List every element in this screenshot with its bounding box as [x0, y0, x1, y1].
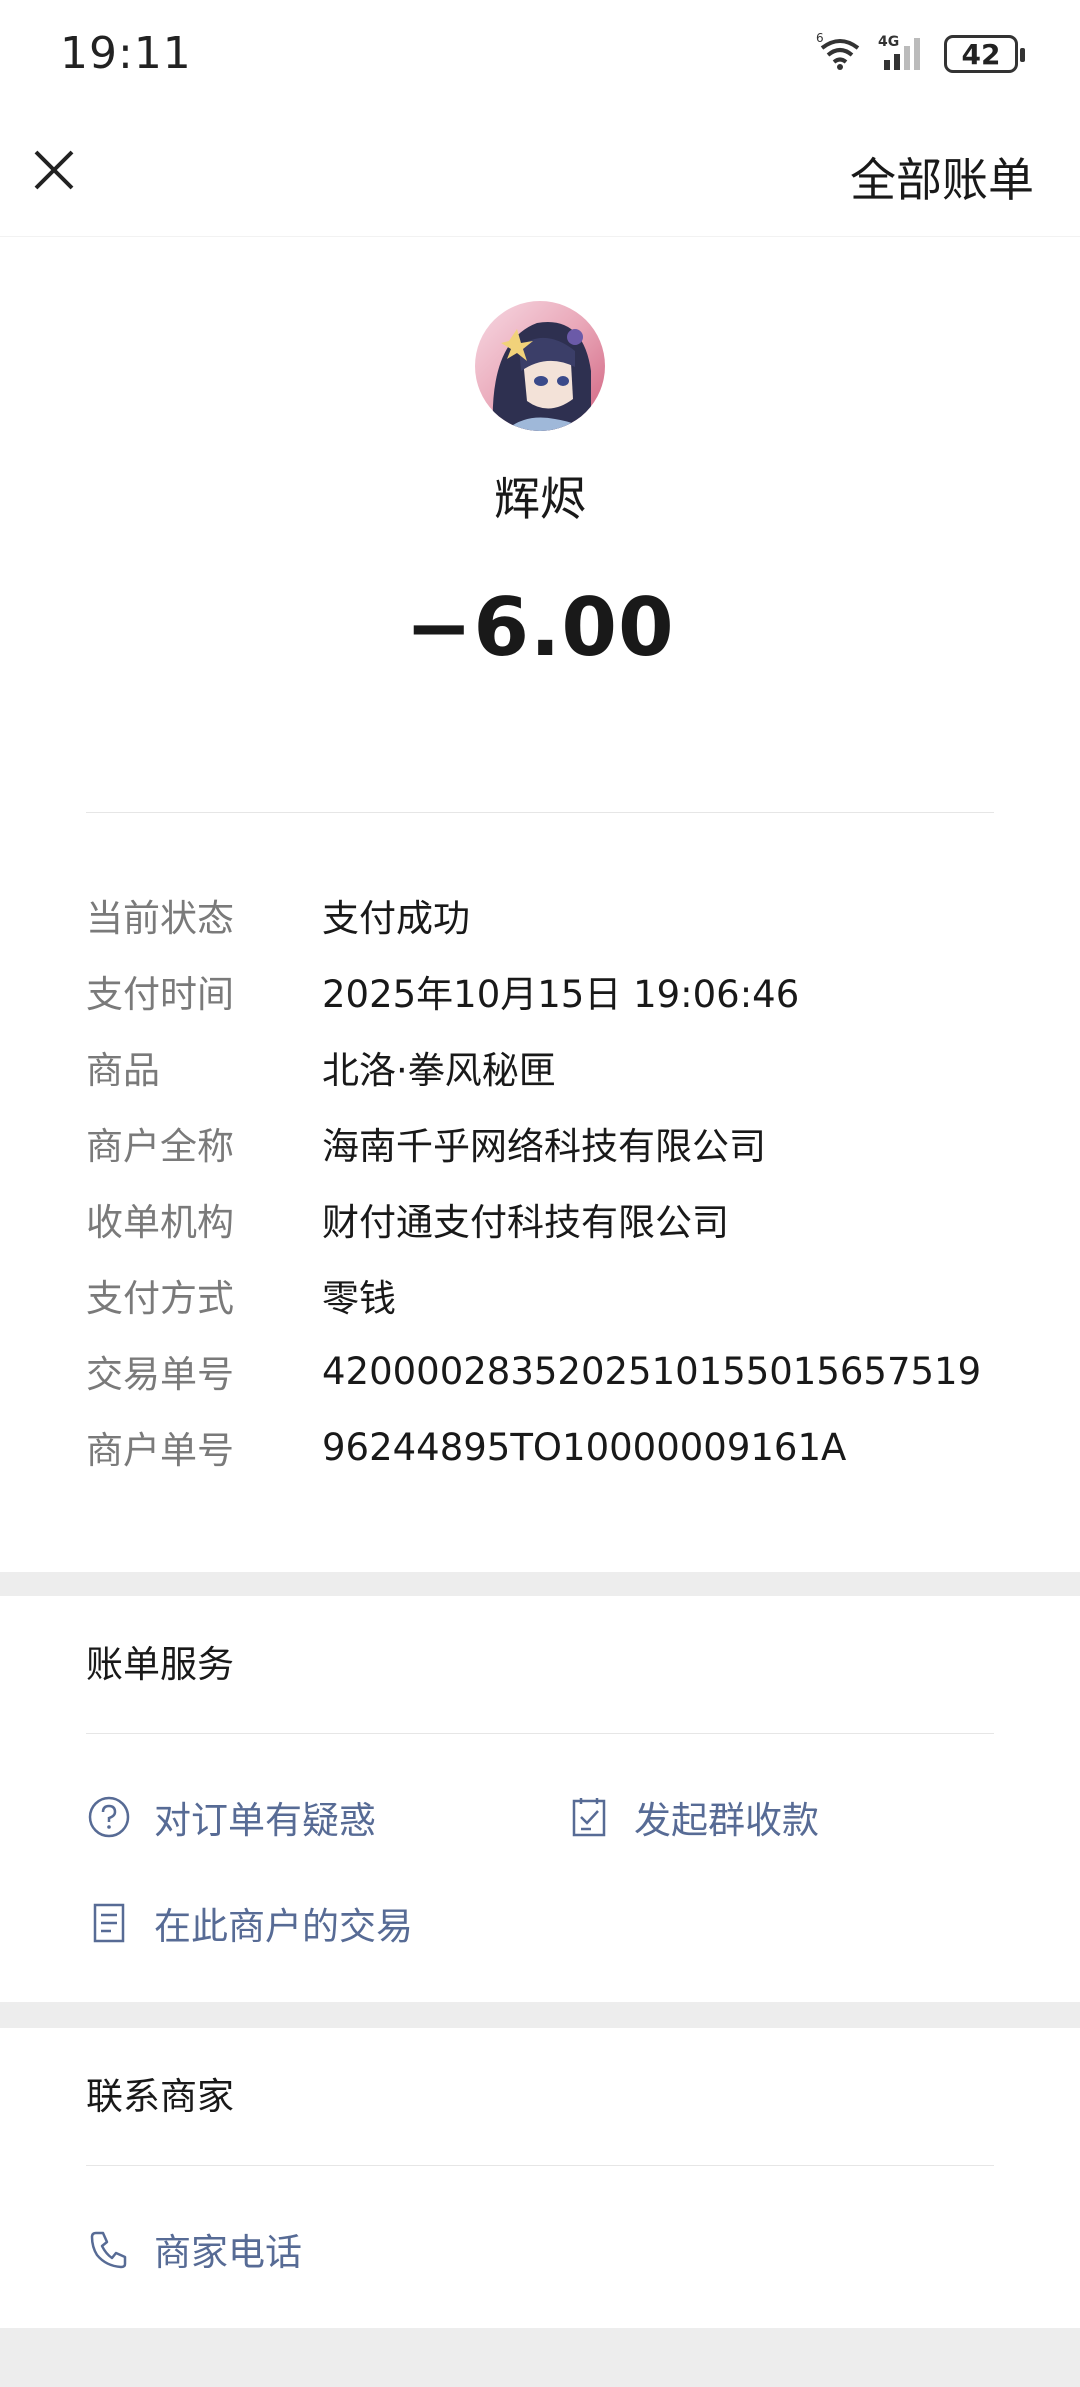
- battery-icon: 42: [944, 35, 1025, 73]
- info-label: 商户单号: [86, 1429, 234, 1472]
- info-row-product: 商品 北洛·拳风秘匣: [86, 1029, 1026, 1105]
- info-value: 2025年10月15日 19:06:46: [322, 973, 800, 1016]
- merchant-name: 辉烬: [494, 472, 586, 526]
- wifi-6-icon: 6: [816, 31, 864, 76]
- info-row-pay-method: 支付方式 零钱: [86, 1257, 1026, 1333]
- info-value[interactable]: 4200002835202510155015657519: [322, 1350, 981, 1393]
- contact-merchant-title: 联系商家: [86, 2075, 234, 2118]
- bill-service-card: 账单服务 对订单有疑惑 发起群收款 在此商户的交易: [0, 1596, 1080, 2002]
- action-label: 商家电话: [154, 2231, 302, 2274]
- transaction-info-list: 当前状态 支付成功 支付时间 2025年10月15日 19:06:46 商品 北…: [86, 877, 1026, 1485]
- action-label: 对订单有疑惑: [154, 1799, 376, 1842]
- info-row-status: 当前状态 支付成功: [86, 877, 1026, 953]
- info-value: 支付成功: [322, 897, 470, 940]
- info-value[interactable]: 96244895TO10000009161A: [322, 1426, 846, 1469]
- merchant-avatar[interactable]: [475, 301, 605, 431]
- all-bills-button[interactable]: 全部账单: [850, 144, 1034, 210]
- status-bar: 19:11 6 4G 42: [0, 0, 1080, 108]
- info-row-acquirer: 收单机构 财付通支付科技有限公司: [86, 1181, 1026, 1257]
- info-row-pay-time: 支付时间 2025年10月15日 19:06:46: [86, 953, 1026, 1029]
- svg-text:6: 6: [816, 32, 824, 45]
- status-time: 19:11: [60, 28, 192, 79]
- nav-bar: 全部账单: [0, 108, 1080, 236]
- info-label: 支付方式: [86, 1277, 234, 1320]
- question-circle-icon: [86, 1794, 132, 1840]
- group-collect-button[interactable]: 发起群收款: [566, 1790, 819, 1844]
- transaction-detail-card: 辉烬 −6.00 当前状态 支付成功 支付时间 2025年10月15日 19:0…: [0, 236, 1080, 1572]
- merchant-transactions-button[interactable]: 在此商户的交易: [86, 1896, 413, 1950]
- info-label: 商品: [86, 1049, 160, 1092]
- status-icons: 6 4G 42: [816, 31, 1025, 76]
- divider: [86, 2165, 994, 2166]
- info-value: 海南千乎网络科技有限公司: [322, 1125, 766, 1168]
- action-label: 发起群收款: [634, 1799, 819, 1842]
- info-row-merchant-full-name: 商户全称 海南千乎网络科技有限公司: [86, 1105, 1026, 1181]
- info-value: 零钱: [322, 1277, 396, 1320]
- phone-icon: [86, 2226, 132, 2272]
- network-type-label: 4G: [878, 34, 899, 50]
- order-question-button[interactable]: 对订单有疑惑: [86, 1790, 376, 1844]
- info-label: 收单机构: [86, 1201, 234, 1244]
- bill-service-title: 账单服务: [86, 1643, 234, 1686]
- info-label: 支付时间: [86, 973, 234, 1016]
- merchant-phone-button[interactable]: 商家电话: [86, 2222, 302, 2276]
- close-button[interactable]: [22, 140, 86, 204]
- contact-merchant-card: 联系商家 商家电话: [0, 2028, 1080, 2328]
- close-icon: [32, 148, 76, 196]
- info-label: 商户全称: [86, 1125, 234, 1168]
- info-row-merchant-order-id: 商户单号 96244895TO10000009161A: [86, 1409, 1026, 1485]
- battery-level: 42: [961, 37, 1001, 71]
- info-value: 北洛·拳风秘匣: [322, 1049, 556, 1092]
- document-icon: [86, 1900, 132, 1946]
- bill-detail-screen: 19:11 6 4G 42 全部账单 辉烬 −6.00 当前状态 支付成功 支付…: [0, 0, 1080, 2387]
- info-row-transaction-id: 交易单号 4200002835202510155015657519: [86, 1333, 1026, 1409]
- checklist-icon: [566, 1794, 612, 1840]
- divider: [86, 1733, 994, 1734]
- cellular-signal-icon: 4G: [878, 32, 930, 76]
- divider: [86, 812, 994, 813]
- info-label: 交易单号: [86, 1353, 234, 1396]
- info-value: 财付通支付科技有限公司: [322, 1201, 729, 1244]
- info-label: 当前状态: [86, 897, 234, 940]
- action-label: 在此商户的交易: [154, 1905, 413, 1948]
- transaction-amount: −6.00: [405, 581, 675, 674]
